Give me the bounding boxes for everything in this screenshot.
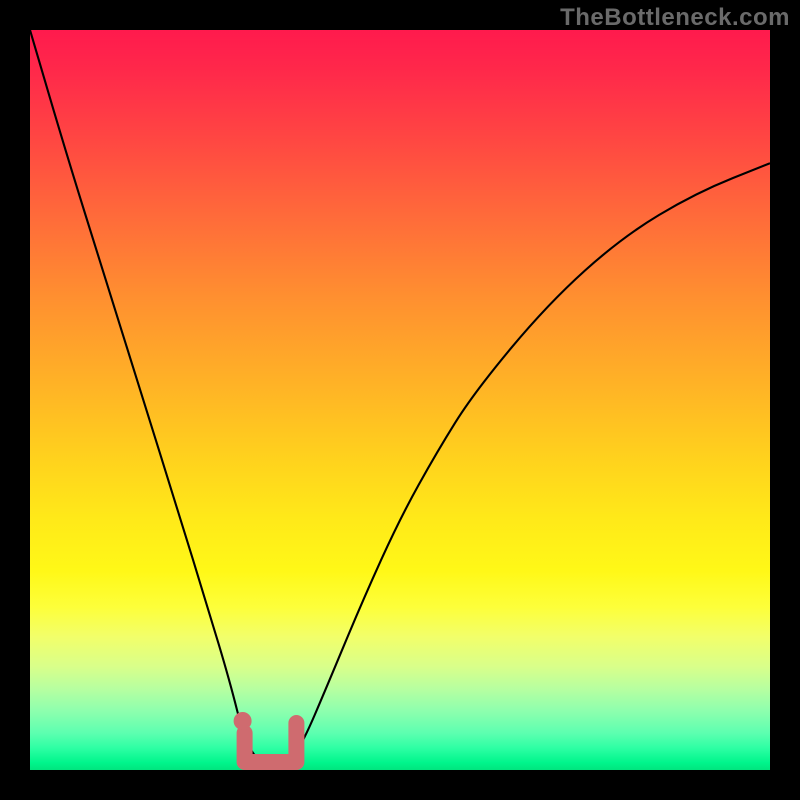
watermark-text: TheBottleneck.com xyxy=(560,4,790,32)
optimal-point-dot xyxy=(234,712,252,730)
bottleneck-curve xyxy=(30,30,770,768)
plot-area xyxy=(30,30,770,770)
chart-frame: TheBottleneck.com xyxy=(0,0,800,800)
curve-svg xyxy=(30,30,770,770)
optimal-range-marker xyxy=(245,723,297,762)
